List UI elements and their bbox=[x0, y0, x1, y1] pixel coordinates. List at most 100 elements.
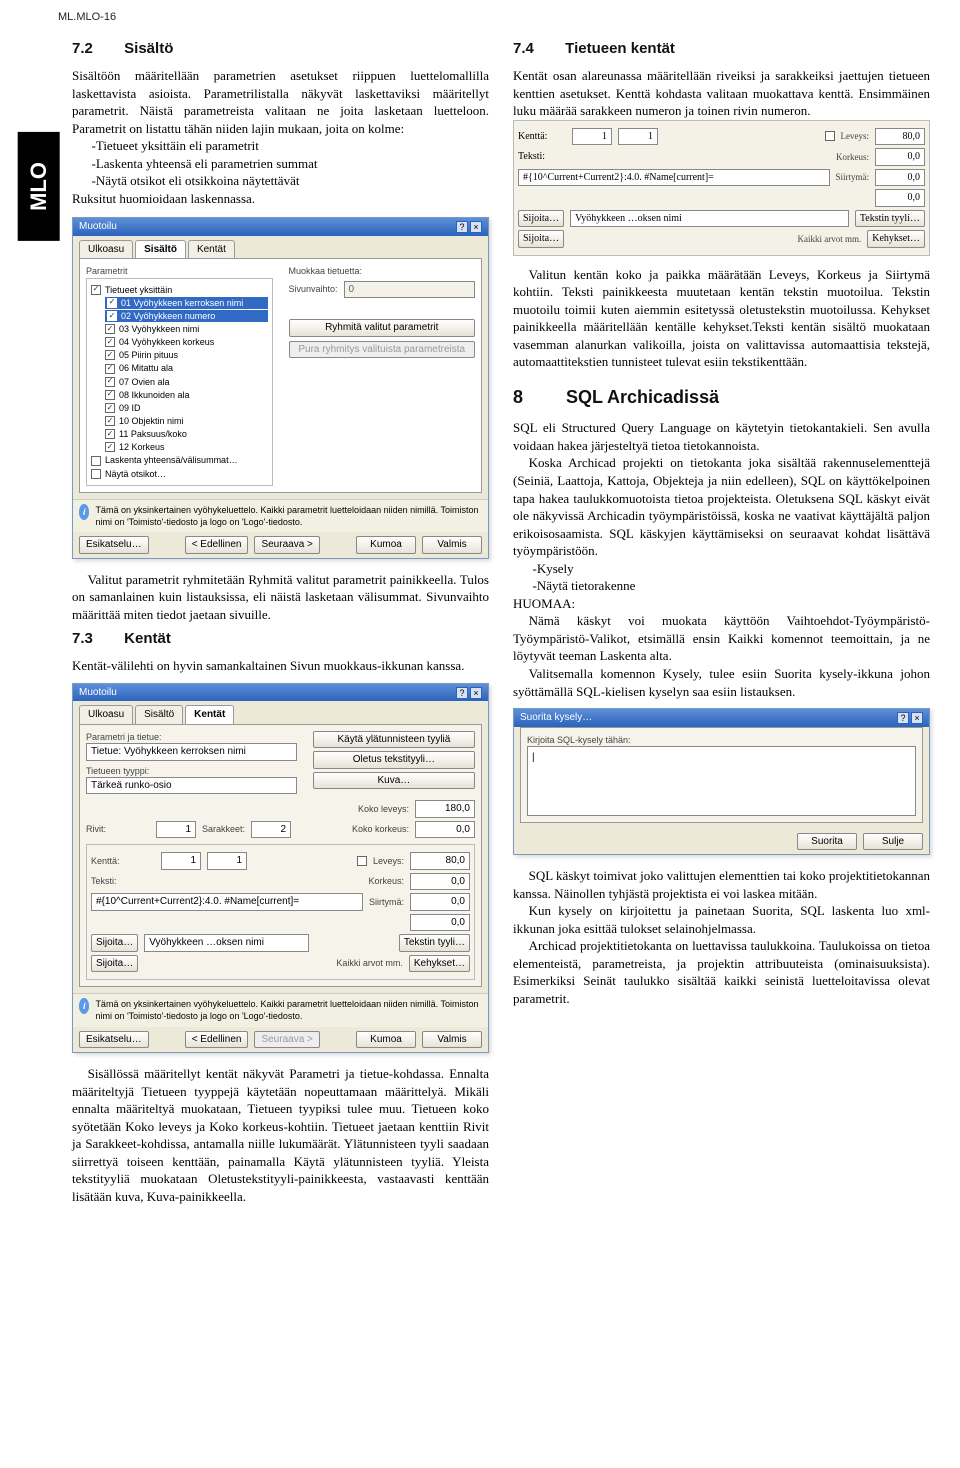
list-item[interactable]: 07 Ovien ala bbox=[119, 376, 170, 388]
checkbox-icon[interactable] bbox=[107, 311, 117, 321]
list-item[interactable]: 06 Mitattu ala bbox=[119, 362, 173, 374]
field-grid-74: Kenttä: 1 1 Leveys: 80,0 Teksti: Korkeus… bbox=[513, 120, 930, 256]
g-kehyk[interactable]: Kehykset… bbox=[867, 230, 925, 248]
tab-sisalto[interactable]: Sisältö bbox=[135, 240, 186, 259]
teksti-field[interactable]: #{10^Current+Current2}:4.0. #Name[curren… bbox=[91, 893, 363, 911]
g-kork[interactable]: 0,0 bbox=[875, 148, 925, 166]
cancel-button[interactable]: Kumoa bbox=[356, 1031, 416, 1049]
extra-field[interactable]: 0,0 bbox=[410, 914, 470, 932]
param-list[interactable]: Tietueet yksittäin 01 Vyöhykkeen kerroks… bbox=[86, 278, 273, 486]
vyoh-select[interactable]: Vyöhykkeen …oksen nimi bbox=[144, 934, 309, 952]
checkbox-icon[interactable] bbox=[105, 350, 115, 360]
siir-field[interactable]: 0,0 bbox=[410, 893, 470, 911]
close-icon[interactable]: × bbox=[470, 221, 482, 233]
header-style-button[interactable]: Käytä ylätunnisteen tyyliä bbox=[313, 731, 475, 749]
checkbox-icon[interactable] bbox=[107, 298, 117, 308]
checkbox-icon[interactable] bbox=[105, 364, 115, 374]
g-teksti[interactable]: #{10^Current+Current2}:4.0. #Name[curren… bbox=[518, 169, 830, 187]
checkbox-icon[interactable] bbox=[105, 390, 115, 400]
sql-title: Suorita kysely… bbox=[520, 711, 592, 725]
rivit-field[interactable]: 1 bbox=[156, 821, 196, 839]
ok-button[interactable]: Valmis bbox=[422, 1031, 482, 1049]
type-select[interactable]: Tärkeä runko-osio bbox=[86, 777, 297, 795]
tab-sisalto[interactable]: Sisältö bbox=[135, 705, 183, 724]
g-tekstin[interactable]: Tekstin tyyli… bbox=[855, 210, 925, 228]
g-sijoita[interactable]: Sijoita… bbox=[518, 210, 564, 228]
sijoita-button-2[interactable]: Sijoita… bbox=[91, 955, 138, 973]
checkbox-icon[interactable] bbox=[357, 856, 367, 866]
list-item[interactable]: 08 Ikkunoiden ala bbox=[119, 389, 190, 401]
next-button[interactable]: Seuraava > bbox=[254, 536, 319, 554]
tab-ulkoasu[interactable]: Ulkoasu bbox=[79, 705, 133, 724]
list-item[interactable]: 11 Paksuus/koko bbox=[119, 428, 187, 440]
checkbox-icon[interactable] bbox=[91, 469, 101, 479]
sarak-field[interactable]: 2 bbox=[251, 821, 291, 839]
g-k2[interactable]: 1 bbox=[618, 128, 658, 146]
prev-button[interactable]: < Edellinen bbox=[185, 536, 249, 554]
list-item[interactable]: 04 Vyöhykkeen korkeus bbox=[119, 336, 214, 348]
checkbox-icon[interactable] bbox=[105, 324, 115, 334]
sql-titlebar[interactable]: Suorita kysely… ? × bbox=[514, 709, 929, 727]
list-item[interactable]: 12 Korkeus bbox=[119, 441, 165, 453]
leveys-field[interactable]: 80,0 bbox=[410, 852, 470, 870]
image-button[interactable]: Kuva… bbox=[313, 772, 475, 790]
kokokor-field[interactable]: 0,0 bbox=[415, 821, 475, 839]
h-7-2-title: Sisältö bbox=[124, 40, 173, 57]
list-item[interactable]: 01 Vyöhykkeen kerroksen nimi bbox=[121, 297, 243, 309]
checkbox-icon[interactable] bbox=[105, 403, 115, 413]
checkbox-icon[interactable] bbox=[105, 429, 115, 439]
checkbox-icon[interactable] bbox=[105, 442, 115, 452]
list-item[interactable]: 02 Vyöhykkeen numero bbox=[121, 310, 215, 322]
kork-field[interactable]: 0,0 bbox=[410, 873, 470, 891]
checkbox-icon[interactable] bbox=[825, 131, 835, 141]
kentta2[interactable]: 1 bbox=[207, 852, 247, 870]
kehykset-button[interactable]: Kehykset… bbox=[409, 955, 470, 973]
help-icon[interactable]: ? bbox=[897, 712, 909, 724]
checkbox-icon[interactable] bbox=[91, 456, 101, 466]
list-item[interactable]: 03 Vyöhykkeen nimi bbox=[119, 323, 199, 335]
close-icon[interactable]: × bbox=[911, 712, 923, 724]
tab-ulkoasu[interactable]: Ulkoasu bbox=[79, 240, 133, 259]
next-button: Seuraava > bbox=[254, 1031, 319, 1049]
list-item[interactable]: 10 Objektin nimi bbox=[119, 415, 184, 427]
g-siir[interactable]: 0,0 bbox=[875, 169, 925, 187]
g-lev[interactable]: 80,0 bbox=[875, 128, 925, 146]
close-icon[interactable]: × bbox=[470, 687, 482, 699]
preview-button[interactable]: Esikatselu… bbox=[79, 1031, 149, 1049]
sijoita-button[interactable]: Sijoita… bbox=[91, 934, 138, 952]
ok-button[interactable]: Valmis bbox=[422, 536, 482, 554]
list-item[interactable]: 05 Piirin pituus bbox=[119, 349, 178, 361]
kokolev-field[interactable]: 180,0 bbox=[415, 800, 475, 818]
g-sijoita2[interactable]: Sijoita… bbox=[518, 230, 564, 248]
checkbox-icon[interactable] bbox=[105, 337, 115, 347]
group-button[interactable]: Ryhmitä valitut parametrit bbox=[289, 319, 476, 337]
prev-button[interactable]: < Edellinen bbox=[185, 1031, 249, 1049]
cancel-button[interactable]: Kumoa bbox=[356, 536, 416, 554]
kaikki-label: Kaikki arvot mm. bbox=[336, 957, 403, 969]
tekstin-tyyli-button[interactable]: Tekstin tyyli… bbox=[399, 934, 470, 952]
checkbox-icon[interactable] bbox=[105, 377, 115, 387]
tab-kentat[interactable]: Kentät bbox=[185, 705, 234, 724]
help-icon[interactable]: ? bbox=[456, 687, 468, 699]
run-button[interactable]: Suorita bbox=[797, 833, 857, 851]
checkbox-icon[interactable] bbox=[105, 416, 115, 426]
g-var[interactable]: 0,0 bbox=[875, 189, 925, 207]
dlg1-titlebar[interactable]: Muotoilu ? × bbox=[73, 218, 488, 236]
preview-button[interactable]: Esikatselu… bbox=[79, 536, 149, 554]
default-style-button[interactable]: Oletus tekstityyli… bbox=[313, 751, 475, 769]
g-vyoh[interactable]: Vyöhykkeen …oksen nimi bbox=[570, 210, 849, 228]
dlg2-title: Muotoilu bbox=[79, 686, 117, 700]
checkbox-icon[interactable] bbox=[91, 285, 101, 295]
list-item[interactable]: 09 ID bbox=[119, 402, 141, 414]
param-select[interactable]: Tietue: Vyöhykkeen kerroksen nimi bbox=[86, 743, 297, 761]
dlg2-titlebar[interactable]: Muotoilu ? × bbox=[73, 684, 488, 702]
help-icon[interactable]: ? bbox=[456, 221, 468, 233]
close-button[interactable]: Sulje bbox=[863, 833, 923, 851]
g-k1[interactable]: 1 bbox=[572, 128, 612, 146]
sql-input[interactable]: | bbox=[527, 746, 916, 816]
sum-item[interactable]: Laskenta yhteensä/välisummat… bbox=[105, 454, 238, 466]
show-item[interactable]: Näytä otsikot… bbox=[105, 468, 166, 480]
left-column: 7.2 Sisältö Sisältöön määritellään param… bbox=[72, 33, 489, 1206]
kentta1[interactable]: 1 bbox=[161, 852, 201, 870]
tab-kentat[interactable]: Kentät bbox=[188, 240, 235, 259]
